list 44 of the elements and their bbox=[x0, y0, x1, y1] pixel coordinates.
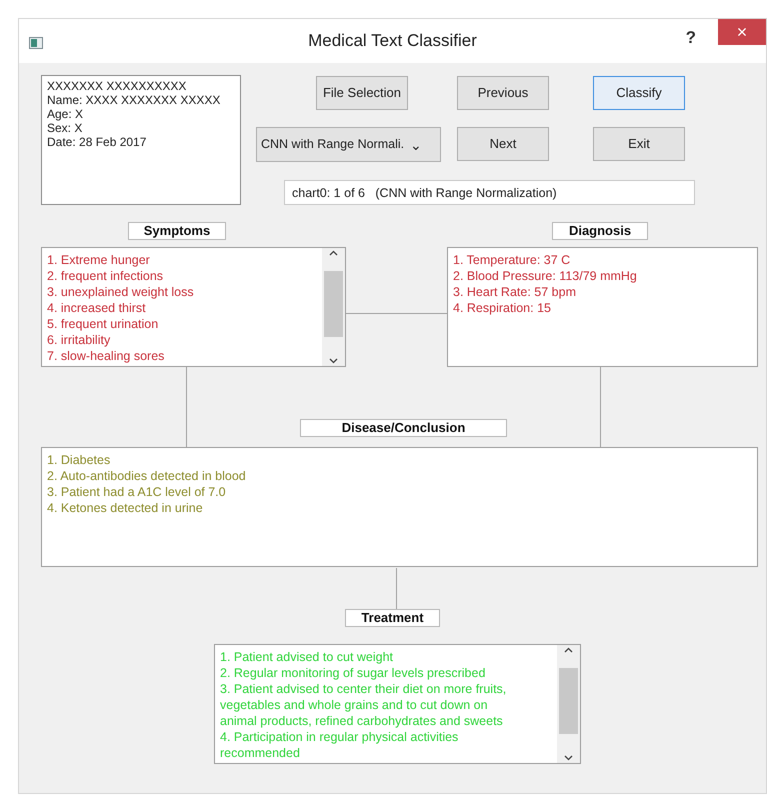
caret-icon: ⌄ bbox=[410, 140, 422, 148]
list-item: 4. Participation in regular physical activities recommended bbox=[220, 729, 460, 761]
panel-title: Treatment bbox=[345, 609, 440, 627]
list-item: 4. Ketones detected in urine bbox=[47, 500, 204, 516]
help-button[interactable]: ? bbox=[686, 25, 696, 50]
scroll-down-icon[interactable] bbox=[564, 754, 573, 761]
panel-title: Symptoms bbox=[128, 222, 226, 240]
list-item: 1. Patient advised to cut weight bbox=[220, 649, 394, 665]
list-item: 1. Temperature: 37 C bbox=[453, 252, 572, 268]
scroll-down-icon[interactable] bbox=[329, 358, 338, 364]
list-item: 4. increased thirst bbox=[47, 300, 147, 316]
list-item: 3. Heart Rate: 57 bpm bbox=[453, 284, 577, 300]
list-item: 2. Auto-antibodies detected in blood bbox=[47, 468, 247, 484]
panel-title: Diagnosis bbox=[552, 222, 648, 240]
scrollbar-thumb[interactable] bbox=[559, 668, 578, 734]
scroll-up-icon[interactable] bbox=[564, 647, 573, 653]
action-button[interactable]: File Selection bbox=[316, 76, 408, 110]
window-title: Medical Text Classifier bbox=[308, 30, 477, 52]
list-item: 3. Patient had a A1C level of 7.0 bbox=[47, 484, 227, 500]
scroll-up-icon[interactable] bbox=[329, 250, 338, 256]
list-item: 4. Respiration: 15 bbox=[453, 300, 552, 316]
list-item: 7. slow-healing sores bbox=[47, 348, 166, 364]
list-item: 2. frequent infections bbox=[47, 268, 164, 284]
list-item: 2. Blood Pressure: 113/79 mmHg bbox=[453, 268, 638, 284]
scrollbar[interactable] bbox=[322, 248, 345, 366]
list-item: 2. Regular monitoring of sugar levels prescribed bbox=[220, 665, 486, 681]
action-button[interactable]: Exit bbox=[593, 127, 685, 161]
model-dropdown[interactable]: CNN with Range Normali. ⌄ bbox=[256, 127, 441, 162]
action-button[interactable]: Next bbox=[457, 127, 549, 161]
panel-title: Disease/Conclusion bbox=[300, 419, 507, 437]
action-button[interactable]: Classify bbox=[593, 76, 685, 110]
scrollbar[interactable] bbox=[557, 645, 580, 763]
list-item: 1. Diabetes bbox=[47, 452, 112, 468]
app-icon bbox=[29, 36, 43, 49]
list-item: 5. frequent urination bbox=[47, 316, 160, 332]
status-field: chart0: 1 of 6 (CNN with Range Normalization) bbox=[284, 180, 695, 205]
scrollbar-thumb[interactable] bbox=[324, 270, 343, 338]
patient-info-text: XXXXXXX XXXXXXXXXX Name: XXXX XXXXXXX XXXXX Age: X Sex: X Date: 28 Feb 2017 bbox=[41, 75, 241, 205]
list-item: 6. irritability bbox=[47, 332, 112, 348]
list-item: 3. Patient advised to center their diet on more fruits, vegetables and whole grains and to cut down on animal products, refined carbohydrates and sweets bbox=[220, 681, 508, 729]
list-item: 3. unexplained weight loss bbox=[47, 284, 195, 300]
close-button[interactable]: × bbox=[718, 19, 766, 45]
list-item: 1. Extreme hunger bbox=[47, 252, 151, 268]
action-button[interactable]: Previous bbox=[457, 76, 549, 110]
